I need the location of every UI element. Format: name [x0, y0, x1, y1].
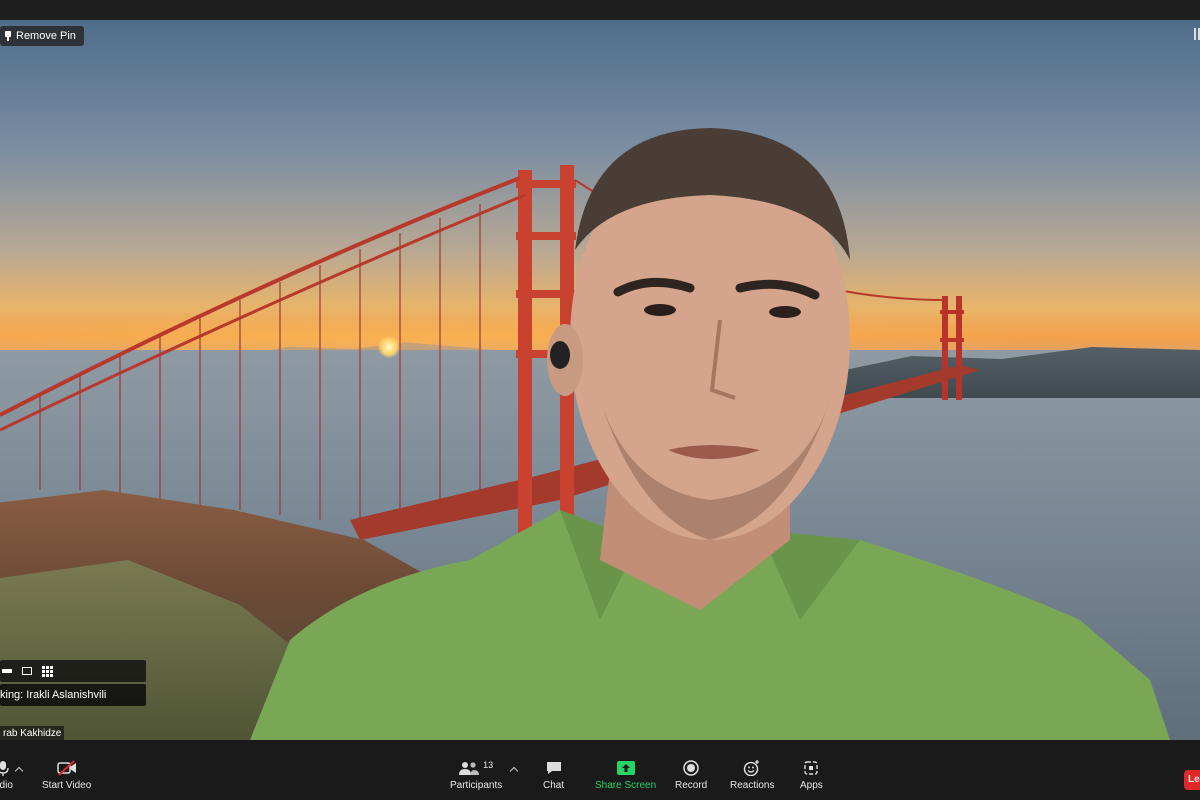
audio-button[interactable]: udio — [0, 760, 13, 791]
start-video-button[interactable]: Start Video — [42, 760, 91, 791]
meeting-toolbar: udio Start Video 13 Participants Chat Sh… — [0, 740, 1200, 800]
video-off-icon — [56, 760, 77, 776]
speaker-view-icon[interactable] — [22, 667, 32, 675]
microphone-icon — [0, 760, 10, 776]
share-screen-icon — [616, 760, 635, 776]
chat-button[interactable]: Chat — [543, 760, 564, 791]
minimize-view-icon[interactable] — [2, 669, 12, 673]
reactions-button[interactable]: Reactions — [730, 760, 774, 791]
audio-options-caret[interactable] — [14, 766, 24, 776]
active-speaker-indicator: king: Irakli Aslanishvili — [0, 684, 146, 706]
participants-icon: 13 — [459, 760, 493, 776]
record-icon — [683, 760, 699, 776]
view-switcher — [0, 660, 146, 682]
participants-button[interactable]: 13 Participants — [450, 760, 502, 791]
gallery-view-icon[interactable] — [42, 665, 53, 677]
reactions-icon — [743, 760, 761, 776]
apps-label: Apps — [800, 780, 823, 791]
remove-pin-label: Remove Pin — [16, 30, 76, 42]
pin-icon — [4, 31, 12, 41]
remove-pin-button[interactable]: Remove Pin — [0, 26, 84, 46]
audio-label: udio — [0, 780, 13, 791]
leave-label: Le — [1188, 774, 1200, 785]
participant-person — [250, 128, 1170, 740]
record-button[interactable]: Record — [675, 760, 707, 791]
record-label: Record — [675, 780, 708, 791]
active-speaker-label: king: Irakli Aslanishvili — [0, 689, 107, 701]
window-top-strip — [0, 0, 1200, 20]
apps-button[interactable]: Apps — [800, 760, 823, 791]
reactions-label: Reactions — [730, 780, 775, 791]
participant-name-label: rab Kakhidze — [3, 727, 62, 739]
pinned-video-feed: Remove Pin king: Irakli Aslanishvili rab… — [0, 20, 1200, 740]
chat-label: Chat — [543, 780, 565, 791]
more-options-icon[interactable] — [1194, 28, 1200, 42]
apps-icon — [803, 760, 819, 776]
leave-button[interactable]: Le — [1184, 770, 1200, 790]
chat-icon — [546, 760, 562, 776]
participant-name-tag: rab Kakhidze — [0, 726, 65, 740]
share-screen-label: Share Screen — [595, 780, 657, 791]
start-video-label: Start Video — [42, 780, 92, 791]
participants-count: 13 — [483, 760, 494, 770]
participants-label: Participants — [450, 780, 503, 791]
participants-options-caret[interactable] — [509, 766, 519, 776]
share-screen-button[interactable]: Share Screen — [595, 760, 656, 791]
